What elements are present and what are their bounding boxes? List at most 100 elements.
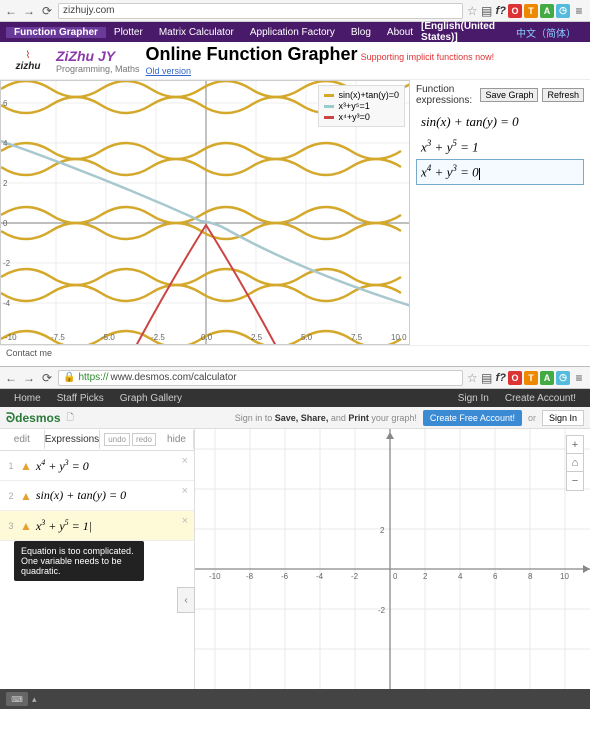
zoom-controls: + ⌂ − [566,435,584,491]
expression-row-3[interactable]: 3 ▲ x3 + y5 = 1| × Equation is too compl… [0,511,194,541]
forward-icon[interactable]: → [22,371,36,385]
url-text: zizhujy.com [63,5,115,16]
contact-link[interactable]: Contact me [0,345,590,360]
legend-b: x³+y⁵=1 [338,101,369,111]
redo-button[interactable]: redo [132,433,156,446]
function-graph[interactable]: -10 -7.5 -5.0 -2.5 0.0 2.5 5.0 7.5 10.0 … [0,80,410,345]
signin-button[interactable]: Sign In [542,410,584,426]
row-expression[interactable]: x3 + y5 = 1| [36,518,188,534]
delete-row-icon[interactable]: × [182,515,188,527]
x-tick: -6 [281,572,288,581]
bookmark-icon[interactable]: ☆ [467,4,478,18]
nav-signin[interactable]: Sign In [450,393,497,404]
nav-function-grapher[interactable]: Function Grapher [6,27,106,38]
nav-staff-picks[interactable]: Staff Picks [49,393,112,404]
desmos-logo[interactable]: ᘐdesmos [6,410,61,426]
url-bar[interactable]: 🔒 https://www.desmos.com/calculator [58,370,463,386]
expression-list: edit Expressions undo redo hide 1 ▲ x4 +… [0,429,195,689]
nav-create-account[interactable]: Create Account! [497,393,584,404]
nav-home[interactable]: Home [6,393,49,404]
x-tick: 8 [528,572,532,581]
save-graph-button[interactable]: Save Graph [480,88,538,102]
expression-panel: Function expressions: Save Graph Refresh… [410,80,590,345]
old-version-link[interactable]: Old version [146,66,192,76]
new-doc-icon[interactable]: 🗋 [67,410,74,426]
nav-matrix[interactable]: Matrix Calculator [151,27,242,38]
menu-icon[interactable]: ≡ [572,4,586,18]
x-tick: -4 [316,572,323,581]
nav-graph-gallery[interactable]: Graph Gallery [112,393,190,404]
ext-o-icon[interactable]: O [508,371,522,385]
page-title: Online Function Grapher [146,44,358,64]
x-tick: 0.0 [201,333,212,342]
expression-row-1[interactable]: 1 ▲ x4 + y3 = 0 × [0,451,194,481]
warning-icon[interactable]: ▲ [20,489,32,503]
ext-f-icon[interactable]: f? [496,5,506,17]
y-tick: 2 [380,526,384,535]
page-icon[interactable]: ▤ [480,4,494,18]
page-slogan: Supporting implicit functions now! [361,52,495,62]
ext-cam-icon[interactable]: ◷ [556,371,570,385]
forward-icon[interactable]: → [22,4,36,18]
delete-row-icon[interactable]: × [182,455,188,467]
undo-button[interactable]: undo [104,433,130,446]
page-icon[interactable]: ▤ [480,371,494,385]
x-tick: 2.5 [251,333,262,342]
x-tick: -10 [5,333,17,342]
ext-o-icon[interactable]: O [508,4,522,18]
row-expression[interactable]: sin(x) + tan(y) = 0 [36,488,188,503]
lang-cn[interactable]: 中文（简体） [508,25,584,40]
desmos-swirl-icon: ᘐ [6,410,15,425]
nav-blog[interactable]: Blog [343,27,379,38]
browser-toolbar-bottom: ← → ⟳ 🔒 https://www.desmos.com/calculato… [0,367,590,389]
y-tick: -2 [3,259,10,268]
bookmark-icon[interactable]: ☆ [467,371,478,385]
lang-en[interactable]: [English(United States)] [421,21,508,43]
url-bar[interactable]: zizhujy.com [58,3,463,19]
site-nav: Function Grapher Plotter Matrix Calculat… [0,22,590,42]
zoom-in-button[interactable]: + [567,436,583,454]
expression-row-2[interactable]: 2 ▲ sin(x) + tan(y) = 0 × [0,481,194,511]
row-expression[interactable]: x4 + y3 = 0 [36,458,188,474]
ext-cam-icon[interactable]: ◷ [556,4,570,18]
brand-block: ZiZhu JY Programming, Maths [56,48,140,74]
back-icon[interactable]: ← [4,4,18,18]
zoom-out-button[interactable]: − [567,472,583,490]
y-tick: 4 [3,139,7,148]
reload-icon[interactable]: ⟳ [40,371,54,385]
tab-hide[interactable]: hide [160,430,194,449]
desmos-graph[interactable]: -10 -8 -6 -4 -2 0 2 4 6 8 10 2 -2 + ⌂ − [195,429,590,689]
x-tick: -10 [209,572,221,581]
legend-c: x⁴+y³=0 [338,112,369,122]
back-icon[interactable]: ← [4,371,18,385]
reload-icon[interactable]: ⟳ [40,4,54,18]
nav-about[interactable]: About [379,27,421,38]
expression-3[interactable]: x4 + y3 = 0 [416,159,584,184]
tab-edit[interactable]: edit [0,430,45,449]
nav-plotter[interactable]: Plotter [106,27,151,38]
create-free-account-button[interactable]: Create Free Account! [423,410,522,426]
url-text: www.desmos.com/calculator [110,372,236,383]
site-logo[interactable]: ⌇ zizhu [6,47,50,75]
refresh-button[interactable]: Refresh [542,88,584,102]
warning-icon[interactable]: ▲ [20,519,32,533]
brand-subtitle: Programming, Maths [56,64,140,74]
expression-list-header: edit Expressions undo redo hide [0,429,194,451]
menu-icon[interactable]: ≡ [572,371,586,385]
ext-a-icon[interactable]: A [540,371,554,385]
keyboard-icon[interactable]: ⌨ [6,692,28,706]
nav-appfactory[interactable]: Application Factory [242,27,343,38]
collapse-panel-icon[interactable]: ‹ [177,587,195,613]
ext-a-icon[interactable]: A [540,4,554,18]
ext-f-icon[interactable]: f? [496,372,506,384]
y-tick: 0 [3,219,7,228]
ext-t-icon[interactable]: T [524,4,538,18]
expression-2[interactable]: x3 + y5 = 1 [416,134,584,159]
zoom-home-button[interactable]: ⌂ [567,454,583,472]
expression-1[interactable]: sin(x) + tan(y) = 0 [416,110,584,134]
tab-expressions[interactable]: Expressions [45,430,100,449]
delete-row-icon[interactable]: × [182,485,188,497]
warning-icon[interactable]: ▲ [20,459,32,473]
expand-icon[interactable]: ▴ [32,694,37,705]
ext-t-icon[interactable]: T [524,371,538,385]
